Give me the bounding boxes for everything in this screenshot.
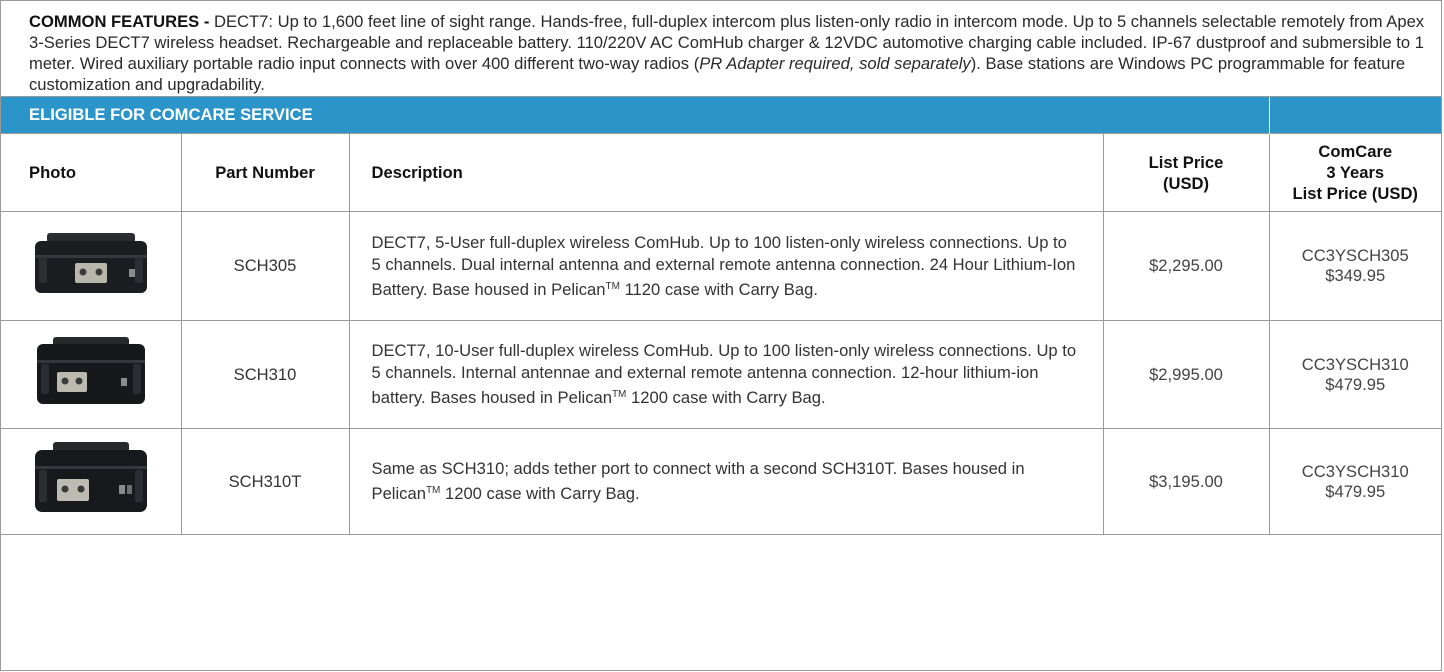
- banner-divider: [1269, 97, 1270, 134]
- table-row: SCH310T Same as SCH310; adds tether port…: [1, 428, 1441, 535]
- header-comcare-line3: List Price (USD): [1292, 184, 1418, 203]
- case-photo-sch310: [36, 337, 145, 404]
- part-number: SCH310T: [181, 428, 350, 535]
- header-comcare-line2: 3 Years: [1326, 163, 1385, 182]
- list-price: $3,195.00: [1103, 428, 1270, 535]
- comcare-list-price: $479.95: [1325, 374, 1386, 394]
- trademark-mark: TM: [605, 280, 620, 292]
- table-row: SCH310 DECT7, 10-User full-duplex wirele…: [1, 320, 1441, 429]
- comcare-list-price: $479.95: [1325, 481, 1386, 501]
- product-photo-cell: [1, 428, 182, 535]
- price-sheet: COMMON FEATURES - DECT7: Up to 1,600 fee…: [0, 0, 1442, 671]
- common-features-paragraph: COMMON FEATURES - DECT7: Up to 1,600 fee…: [1, 1, 1441, 97]
- part-number: SCH310: [181, 320, 350, 429]
- header-list-price-line2: (USD): [1162, 173, 1210, 193]
- case-photo-sch305: [34, 232, 147, 293]
- common-features-heading: COMMON FEATURES -: [29, 12, 210, 31]
- description: DECT7, 10-User full-duplex wireless ComH…: [349, 320, 1104, 429]
- description-text-end: 1120 case with Carry Bag.: [619, 279, 818, 299]
- header-list-price: List Price (USD): [1103, 134, 1270, 212]
- header-description: Description: [349, 134, 1104, 212]
- list-price: $2,295.00: [1103, 211, 1270, 321]
- comcare-code: CC3YSCH310: [1301, 461, 1409, 481]
- comcare-eligibility-banner: ELIGIBLE FOR COMCARE SERVICE: [1, 97, 1441, 134]
- product-photo-cell: [1, 211, 182, 321]
- header-part-number: Part Number: [181, 134, 350, 212]
- common-features-note: PR Adapter required, sold separately: [699, 54, 971, 73]
- description: DECT7, 5-User full-duplex wireless ComHu…: [349, 211, 1104, 321]
- comcare-price: CC3YSCH305 $349.95: [1269, 211, 1441, 321]
- trademark-mark: TM: [611, 389, 627, 400]
- table-row: SCH305 DECT7, 5-User full-duplex wireles…: [1, 211, 1441, 321]
- description: Same as SCH310; adds tether port to conn…: [349, 428, 1104, 535]
- description-text-end: 1200 case with Carry Bag.: [440, 484, 640, 503]
- comcare-eligibility-label: ELIGIBLE FOR COMCARE SERVICE: [29, 105, 313, 124]
- comcare-code: CC3YSCH310: [1301, 354, 1409, 374]
- product-photo-cell: [1, 320, 182, 429]
- list-price: $2,995.00: [1103, 320, 1270, 429]
- comcare-code: CC3YSCH305: [1301, 246, 1409, 265]
- comcare-price: CC3YSCH310 $479.95: [1269, 428, 1441, 535]
- part-number: SCH305: [181, 211, 350, 321]
- header-comcare: ComCare 3 Years List Price (USD): [1269, 134, 1441, 212]
- case-photo-sch310t: [34, 442, 147, 512]
- header-photo: Photo: [1, 134, 182, 212]
- product-table: Photo Part Number Description List Price…: [1, 134, 1441, 535]
- header-comcare-line1: ComCare: [1318, 142, 1393, 161]
- comcare-price: CC3YSCH310 $479.95: [1269, 320, 1441, 429]
- header-list-price-line1: List Price: [1148, 152, 1224, 172]
- description-text-end: 1200 case with Carry Bag.: [626, 388, 826, 407]
- table-header-row: Photo Part Number Description List Price…: [1, 134, 1441, 212]
- trademark-mark: TM: [425, 485, 441, 496]
- comcare-list-price: $349.95: [1325, 266, 1386, 285]
